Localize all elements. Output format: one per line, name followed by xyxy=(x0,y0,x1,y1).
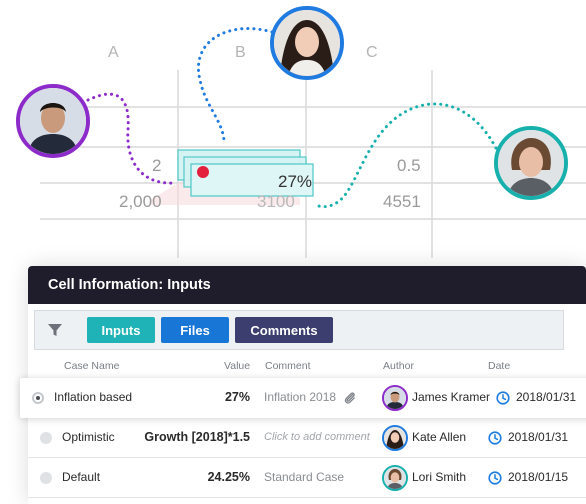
avatar xyxy=(382,385,408,411)
radio-icon[interactable] xyxy=(32,392,44,404)
spreadsheet-illustration: A B C 2 0.5 2,000 3100 4551 27% xyxy=(0,0,586,258)
cell-b2: 3100 xyxy=(257,192,295,211)
column-author[interactable]: Author xyxy=(383,360,414,372)
column-header-c: C xyxy=(366,44,378,61)
column-header-a: A xyxy=(108,44,119,61)
column-case-name[interactable]: Case Name xyxy=(64,360,119,372)
table-row[interactable]: Default 24.25% Standard Case Lori Smith … xyxy=(28,458,586,498)
avatar xyxy=(382,425,408,451)
case-date: 2018/01/31 xyxy=(508,430,569,444)
tab-inputs-label: Inputs xyxy=(101,322,141,338)
clock-icon xyxy=(488,431,502,445)
cell-c1: 0.5 xyxy=(397,156,421,175)
cell-a1: 2 xyxy=(152,156,162,175)
case-date: 2018/01/31 xyxy=(516,390,577,404)
panel-title: Cell Information: Inputs xyxy=(48,277,211,293)
clock-icon xyxy=(488,471,502,485)
avatar-right xyxy=(494,126,568,200)
column-date[interactable]: Date xyxy=(488,360,510,372)
case-value[interactable]: Growth [2018]*1.5 xyxy=(124,430,250,444)
avatar-top xyxy=(270,6,344,80)
case-comment[interactable]: Click to add comment xyxy=(264,431,370,443)
tab-files[interactable]: Files xyxy=(161,317,229,343)
column-value[interactable]: Value xyxy=(224,360,250,372)
toolbar: Inputs Files Comments xyxy=(34,310,564,350)
column-header-b: B xyxy=(235,44,246,61)
column-comment[interactable]: Comment xyxy=(265,360,311,372)
case-value[interactable]: 24.25% xyxy=(178,470,250,484)
case-comment[interactable]: Inflation 2018 xyxy=(264,390,336,404)
case-comment[interactable]: Standard Case xyxy=(264,470,344,484)
cell-c2: 4551 xyxy=(383,192,421,211)
tab-files-label: Files xyxy=(180,322,210,338)
case-name: Default xyxy=(62,470,101,484)
avatar xyxy=(382,465,408,491)
case-value[interactable]: 27% xyxy=(170,390,250,404)
avatar-left xyxy=(16,84,90,158)
case-name: Optimistic xyxy=(62,430,115,444)
case-author: James Kramer xyxy=(412,390,491,404)
tab-inputs[interactable]: Inputs xyxy=(87,317,155,343)
cell-a2: 2,000 xyxy=(119,192,162,211)
radio-icon[interactable] xyxy=(40,432,52,444)
paperclip-icon[interactable] xyxy=(344,391,356,405)
cell-information-panel: Cell Information: Inputs Inputs Files Co… xyxy=(20,266,586,504)
radio-icon[interactable] xyxy=(40,472,52,484)
highlighted-cell-value: 27% xyxy=(278,172,313,191)
case-name: Inflation based xyxy=(54,390,133,404)
table-row[interactable]: Optimistic Growth [2018]*1.5 Click to ad… xyxy=(28,418,586,458)
tab-comments[interactable]: Comments xyxy=(235,317,333,343)
tab-comments-label: Comments xyxy=(250,322,318,338)
panel-header: Cell Information: Inputs xyxy=(28,266,586,304)
case-author: Lori Smith xyxy=(412,470,467,484)
row-divider xyxy=(28,497,586,498)
clock-icon xyxy=(496,391,510,405)
filter-icon[interactable] xyxy=(47,322,63,338)
case-date: 2018/01/15 xyxy=(508,470,569,484)
table-row[interactable]: Inflation based 27% Inflation 2018 James… xyxy=(20,378,586,418)
case-author: Kate Allen xyxy=(412,430,467,444)
